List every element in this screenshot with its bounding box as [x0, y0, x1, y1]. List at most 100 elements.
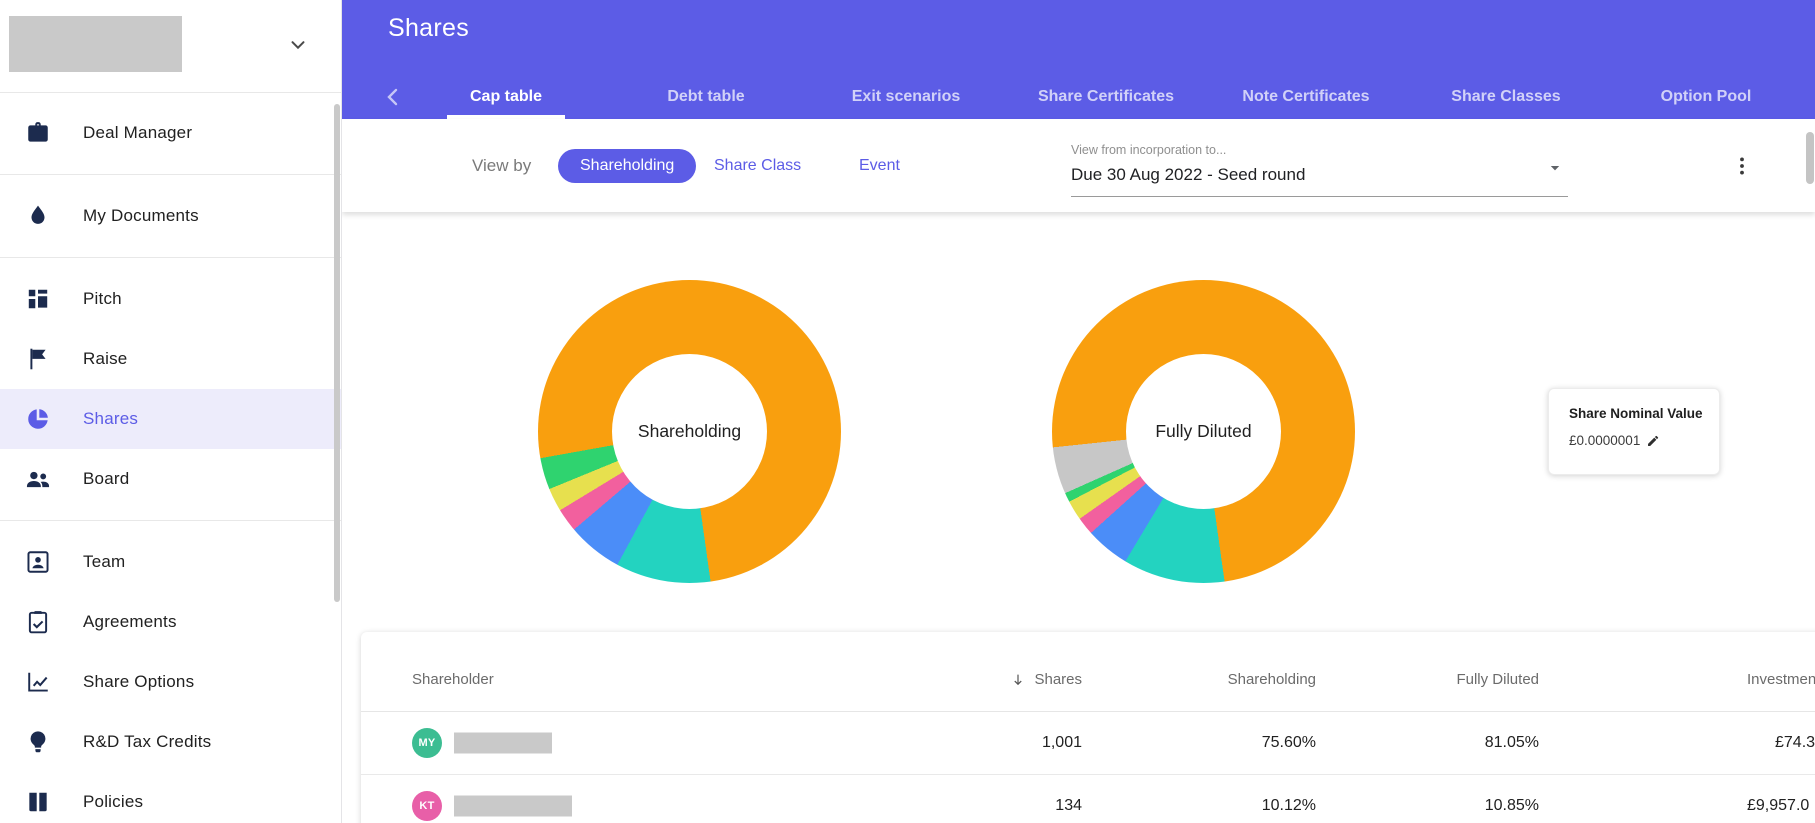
sidebar-menu: Deal Manager My Documents Pitch Raise Shares… — [0, 93, 341, 823]
view-mode-event[interactable]: Event — [859, 157, 900, 175]
avatar: KT — [412, 791, 442, 821]
tab-debt-table[interactable]: Debt table — [606, 75, 806, 119]
sidebar-item-label: R&D Tax Credits — [83, 732, 212, 751]
book-icon — [25, 789, 51, 815]
view-toolbar: View by Shareholding Share Class Event Vie… — [342, 119, 1815, 212]
main-content: Shareholding Fully Diluted Share Nominal… — [342, 212, 1815, 823]
page-title: Shares — [388, 14, 470, 42]
sidebar-item-deal-manager[interactable]: Deal Manager — [0, 103, 341, 163]
sidebar-divider — [0, 257, 341, 258]
tab-option-pool[interactable]: Option Pool — [1606, 75, 1806, 119]
tab-label: Share Certificates — [1037, 88, 1175, 105]
period-select-value: Due 30 Aug 2022 - Seed round — [1071, 165, 1306, 184]
flag-icon — [25, 346, 51, 372]
fully-diluted-donut-chart: Fully Diluted — [1052, 280, 1355, 583]
column-header-shares: Shares — [932, 648, 1082, 711]
bar-chart-icon — [25, 286, 51, 312]
shareholders-table-card: Shareholder Shares Shareholding Fully Dilut… — [361, 632, 1815, 823]
sidebar-item-label: Share Options — [83, 672, 195, 691]
sidebar-item-policies[interactable]: Policies — [0, 772, 341, 823]
sidebar-item-team[interactable]: Team — [0, 532, 341, 592]
cell-fully-diluted: 81.05% — [1484, 734, 1539, 751]
tab-label: Cap table — [469, 88, 542, 105]
edit-pencil-icon[interactable] — [1646, 434, 1660, 448]
company-logo-redacted — [9, 16, 182, 72]
sidebar-item-label: Pitch — [83, 289, 122, 308]
donut-center-label: Fully Diluted — [1155, 421, 1252, 441]
sidebar-item-r-d-tax-credits[interactable]: R&D Tax Credits — [0, 712, 341, 772]
sidebar-divider — [0, 520, 341, 521]
view-by-label: View by — [472, 155, 532, 175]
sidebar-divider — [0, 174, 341, 175]
sidebar-item-label: Agreements — [83, 612, 177, 631]
ink-drop-icon — [25, 203, 51, 229]
nominal-value: £0.0000001 — [1569, 433, 1641, 448]
page-scrollbar-thumb[interactable] — [1806, 132, 1814, 184]
period-select[interactable]: View from incorporation to... Due 30 Aug… — [1071, 119, 1568, 212]
sidebar-item-label: My Documents — [83, 206, 199, 225]
select-underline — [1071, 196, 1568, 197]
table-row[interactable]: KT 134 10.12% 10.85% £9,957.0 — [361, 775, 1815, 823]
sidebar-item-label: Shares — [83, 409, 139, 428]
tab-label: Debt table — [667, 88, 745, 105]
donut-hole: Shareholding — [612, 354, 767, 509]
tab-exit-scenarios[interactable]: Exit scenarios — [806, 75, 1006, 119]
id-badge-icon — [25, 549, 51, 575]
view-mode-share-class[interactable]: Share Class — [714, 157, 801, 175]
tab-bar: Cap table Debt table Exit scenarios Share C… — [406, 75, 1806, 119]
sidebar-item-share-options[interactable]: Share Options — [0, 652, 341, 712]
period-select-label: View from incorporation to... — [1071, 143, 1227, 157]
cell-fully-diluted: 10.85% — [1484, 797, 1539, 814]
cell-shares: 1,001 — [1041, 734, 1082, 751]
tab-note-certificates[interactable]: Note Certificates — [1206, 75, 1406, 119]
sidebar-item-pitch[interactable]: Pitch — [0, 269, 341, 329]
view-mode-shareholding[interactable]: Shareholding — [558, 148, 697, 183]
sidebar-scrollbar-thumb[interactable] — [334, 104, 340, 602]
shareholding-donut-chart: Shareholding — [538, 280, 841, 583]
table-row[interactable]: MY 1,001 75.60% 81.05% £74.3 — [361, 712, 1815, 775]
tab-label: Note Certificates — [1242, 88, 1370, 105]
sidebar-item-label: Board — [83, 469, 130, 488]
page-header: Shares Cap table Debt table Exit scenarios… — [342, 0, 1815, 119]
app-root: Deal Manager My Documents Pitch Raise Shares… — [0, 0, 1815, 823]
column-label: Shareholder — [412, 671, 494, 688]
dropdown-arrow-icon[interactable] — [1544, 157, 1566, 179]
tab-label: Exit scenarios — [851, 88, 961, 105]
table-body: MY 1,001 75.60% 81.05% £74.3 KT 134 10.12% 10.85… — [361, 712, 1815, 823]
column-header-fully-diluted: Fully Diluted — [1389, 648, 1539, 711]
chevron-left-icon[interactable] — [380, 84, 406, 110]
column-header-shareholding: Shareholding — [1166, 648, 1316, 711]
sidebar-item-label: Deal Manager — [83, 123, 193, 142]
sidebar-item-shares[interactable]: Shares — [0, 389, 341, 449]
sidebar-item-label: Policies — [83, 792, 144, 811]
share-nominal-value-card: Share Nominal Value £0.0000001 — [1548, 388, 1720, 475]
redacted-name — [454, 732, 552, 754]
nominal-value-title: Share Nominal Value — [1569, 406, 1703, 421]
column-header-investment: Investment — [1747, 648, 1815, 711]
donut-center-label: Shareholding — [637, 421, 742, 441]
donut-hole: Fully Diluted — [1126, 354, 1281, 509]
pie-chart-icon — [25, 406, 51, 432]
tab-share-certificates[interactable]: Share Certificates — [1006, 75, 1206, 119]
tab-label: Option Pool — [1660, 88, 1752, 105]
sidebar-item-label: Team — [83, 552, 126, 571]
column-label: Shareholding — [1227, 671, 1316, 688]
column-header-shareholder: Shareholder — [412, 648, 832, 711]
tab-share-classes[interactable]: Share Classes — [1406, 75, 1606, 119]
sidebar-item-my-documents[interactable]: My Documents — [0, 186, 341, 246]
sidebar-item-agreements[interactable]: Agreements — [0, 592, 341, 652]
chevron-down-icon[interactable] — [286, 33, 310, 57]
column-label: Investment — [1747, 671, 1815, 688]
tab-cap-table[interactable]: Cap table — [406, 75, 606, 119]
company-switcher[interactable] — [0, 0, 341, 93]
line-chart-icon — [25, 669, 51, 695]
tab-label: Share Classes — [1451, 88, 1561, 105]
sidebar-item-board[interactable]: Board — [0, 449, 341, 509]
redacted-name — [454, 795, 572, 817]
sidebar: Deal Manager My Documents Pitch Raise Shares… — [0, 0, 342, 823]
lightbulb-icon — [25, 729, 51, 755]
kebab-menu-icon[interactable] — [1730, 119, 1754, 212]
cell-shareholding: 75.60% — [1261, 734, 1316, 751]
sidebar-item-raise[interactable]: Raise — [0, 329, 341, 389]
sort-arrow-icon[interactable] — [1010, 672, 1026, 688]
